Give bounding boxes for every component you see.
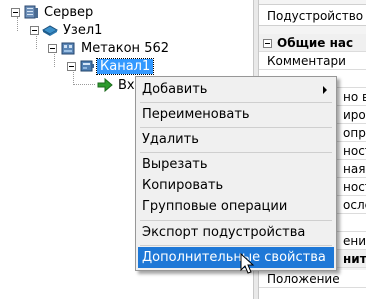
property-label: ност (343, 144, 366, 158)
collapse-toggle-icon[interactable] (48, 43, 57, 53)
properties-header: Подустройство (259, 4, 366, 26)
tree-connector (73, 84, 95, 86)
tree-item-label: Метакон 562 (81, 40, 170, 56)
property-label: осле (343, 198, 366, 212)
tree-item-label: Канал1 (95, 57, 155, 75)
property-row-position[interactable]: Положение (259, 270, 366, 288)
collapse-toggle-icon[interactable] (30, 25, 39, 35)
menu-item-label: Копировать (142, 178, 224, 193)
menu-item-export[interactable]: Экспорт подустройства (138, 222, 334, 243)
context-menu[interactable]: Добавить Переименовать Удалить Вырезать … (135, 76, 337, 271)
collapse-toggle-icon[interactable] (67, 61, 76, 71)
menu-item-label: Добавить (142, 82, 208, 97)
menu-item-copy[interactable]: Копировать (138, 175, 334, 196)
mouse-cursor-icon (240, 252, 256, 275)
property-group-label: ните (343, 252, 366, 266)
tree-item-channel[interactable]: Канал1 (67, 57, 155, 75)
menu-item-cut[interactable]: Вырезать (138, 154, 334, 175)
menu-item-group-ops[interactable]: Групповые операции (138, 196, 334, 217)
tree-item-device[interactable]: Метакон 562 (48, 39, 169, 57)
menu-item-label: Экспорт подустройства (142, 225, 306, 240)
property-label: опро (343, 126, 366, 140)
menu-item-add[interactable]: Добавить (138, 79, 334, 100)
submenu-arrow-icon (323, 86, 327, 94)
property-label: ная с (343, 162, 366, 176)
menu-item-label: Дополнительные свойства (142, 250, 326, 265)
property-label: Положение (267, 272, 340, 286)
collapse-toggle-icon[interactable] (11, 7, 20, 17)
collapse-toggle-icon[interactable] (263, 39, 272, 48)
menu-separator (140, 127, 332, 128)
tree-item-server[interactable]: Сервер (11, 3, 93, 21)
tree-item-label: Сервер (44, 4, 94, 20)
tree-item-label: Вх (118, 77, 135, 93)
menu-item-delete[interactable]: Удалить (138, 129, 334, 150)
property-label: но в (343, 90, 366, 104)
menu-item-label: Переименовать (142, 107, 250, 122)
menu-item-label: Вырезать (142, 157, 208, 172)
server-icon (23, 4, 39, 20)
property-label: ироват (343, 108, 366, 122)
menu-item-rename[interactable]: Переименовать (138, 104, 334, 125)
menu-separator (140, 245, 332, 246)
property-group-general[interactable]: Общие нас (259, 34, 366, 52)
tree-item-node[interactable]: Узел1 (30, 21, 102, 39)
property-row[interactable] (259, 288, 366, 299)
property-label: Комментари (267, 54, 346, 68)
menu-item-label: Групповые операции (142, 199, 288, 214)
device-icon (60, 40, 76, 56)
green-arrow-icon (97, 77, 113, 93)
property-group-label: Общие нас (277, 36, 354, 50)
menu-separator (140, 152, 332, 153)
tree-item-input[interactable]: Вх (95, 76, 135, 94)
node-icon (41, 22, 59, 38)
tree-item-label: Узел1 (63, 22, 103, 38)
menu-separator (140, 102, 332, 103)
property-label: ност (343, 180, 366, 194)
menu-separator (140, 220, 332, 221)
property-row[interactable]: Комментари (259, 52, 366, 70)
menu-item-extra-props[interactable]: Дополнительные свойства (138, 247, 334, 268)
menu-item-label: Удалить (142, 132, 199, 147)
property-label: ение (343, 234, 366, 248)
channel-icon (79, 58, 95, 74)
